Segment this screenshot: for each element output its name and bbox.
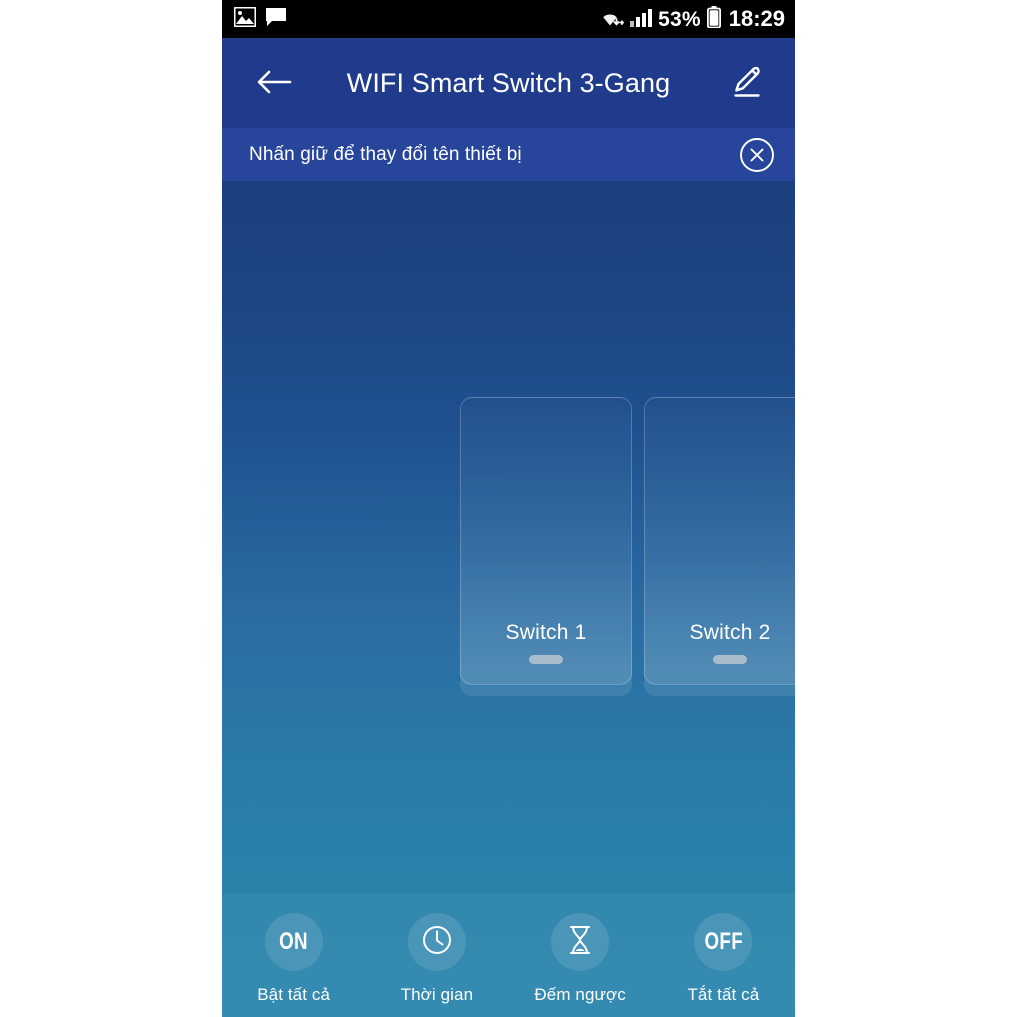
countdown-button[interactable]: Đếm ngược — [509, 893, 652, 1017]
turn-all-off-button[interactable]: OFF Tắt tất cả — [652, 893, 795, 1017]
off-text-icon: OFF — [694, 913, 753, 971]
image-icon — [233, 6, 257, 32]
off-glyph: OFF — [704, 928, 743, 955]
status-bar-notifications — [233, 0, 287, 38]
clock-icon — [421, 924, 453, 961]
rename-hint-text: Nhấn giữ để thay đổi tên thiết bị — [249, 143, 522, 165]
signal-bars-icon — [630, 7, 653, 32]
countdown-label: Đếm ngược — [534, 985, 626, 1004]
bottom-action-bar: ON Bật tất cả Thời gian Đếm ngược OFF Tắ… — [222, 893, 795, 1017]
edit-name-button[interactable] — [723, 60, 771, 108]
schedule-button[interactable]: Thời gian — [365, 893, 508, 1017]
on-text-icon: ON — [264, 913, 323, 971]
on-glyph: ON — [279, 928, 309, 955]
app-bar: WIFI Smart Switch 3-Gang — [222, 38, 795, 128]
pencil-icon — [728, 64, 766, 105]
switch-card-label: Switch 1 — [505, 621, 587, 644]
banner-close-button[interactable] — [739, 137, 775, 173]
phone-screen: 53% 18:29 WIFI Smart Switch 3-Gang Nhấn … — [222, 0, 795, 1017]
battery-icon — [706, 5, 721, 33]
clock-label: 18:29 — [728, 6, 785, 31]
switch-card[interactable]: Switch 1 — [460, 397, 632, 697]
wifi-download-icon — [598, 6, 625, 32]
status-bar: 53% 18:29 — [222, 0, 795, 38]
switch-card[interactable]: Switch 2 — [644, 397, 795, 697]
page-title: WIFI Smart Switch 3-Gang — [346, 67, 671, 98]
battery-percent-label: 53% — [658, 7, 701, 31]
switch-state-indicator — [529, 655, 563, 664]
turn-all-on-label: Bật tất cả — [257, 985, 331, 1004]
hourglass-icon-wrap — [551, 913, 610, 971]
clock-icon-wrap — [407, 913, 466, 971]
turn-all-on-button[interactable]: ON Bật tất cả — [222, 893, 365, 1017]
rename-hint-banner: Nhấn giữ để thay đổi tên thiết bị — [222, 128, 795, 181]
status-bar-indicators: 53% 18:29 — [598, 0, 785, 38]
hourglass-icon — [566, 924, 594, 961]
switch-card-label: Switch 2 — [689, 621, 771, 644]
schedule-label: Thời gian — [400, 985, 474, 1004]
turn-all-off-label: Tắt tất cả — [687, 985, 760, 1004]
switch-state-indicator — [713, 655, 747, 664]
message-icon — [265, 7, 287, 32]
switch-card-list: Switch 1 Switch 2 Switch 3 — [460, 397, 795, 697]
close-circle-icon — [739, 137, 775, 177]
